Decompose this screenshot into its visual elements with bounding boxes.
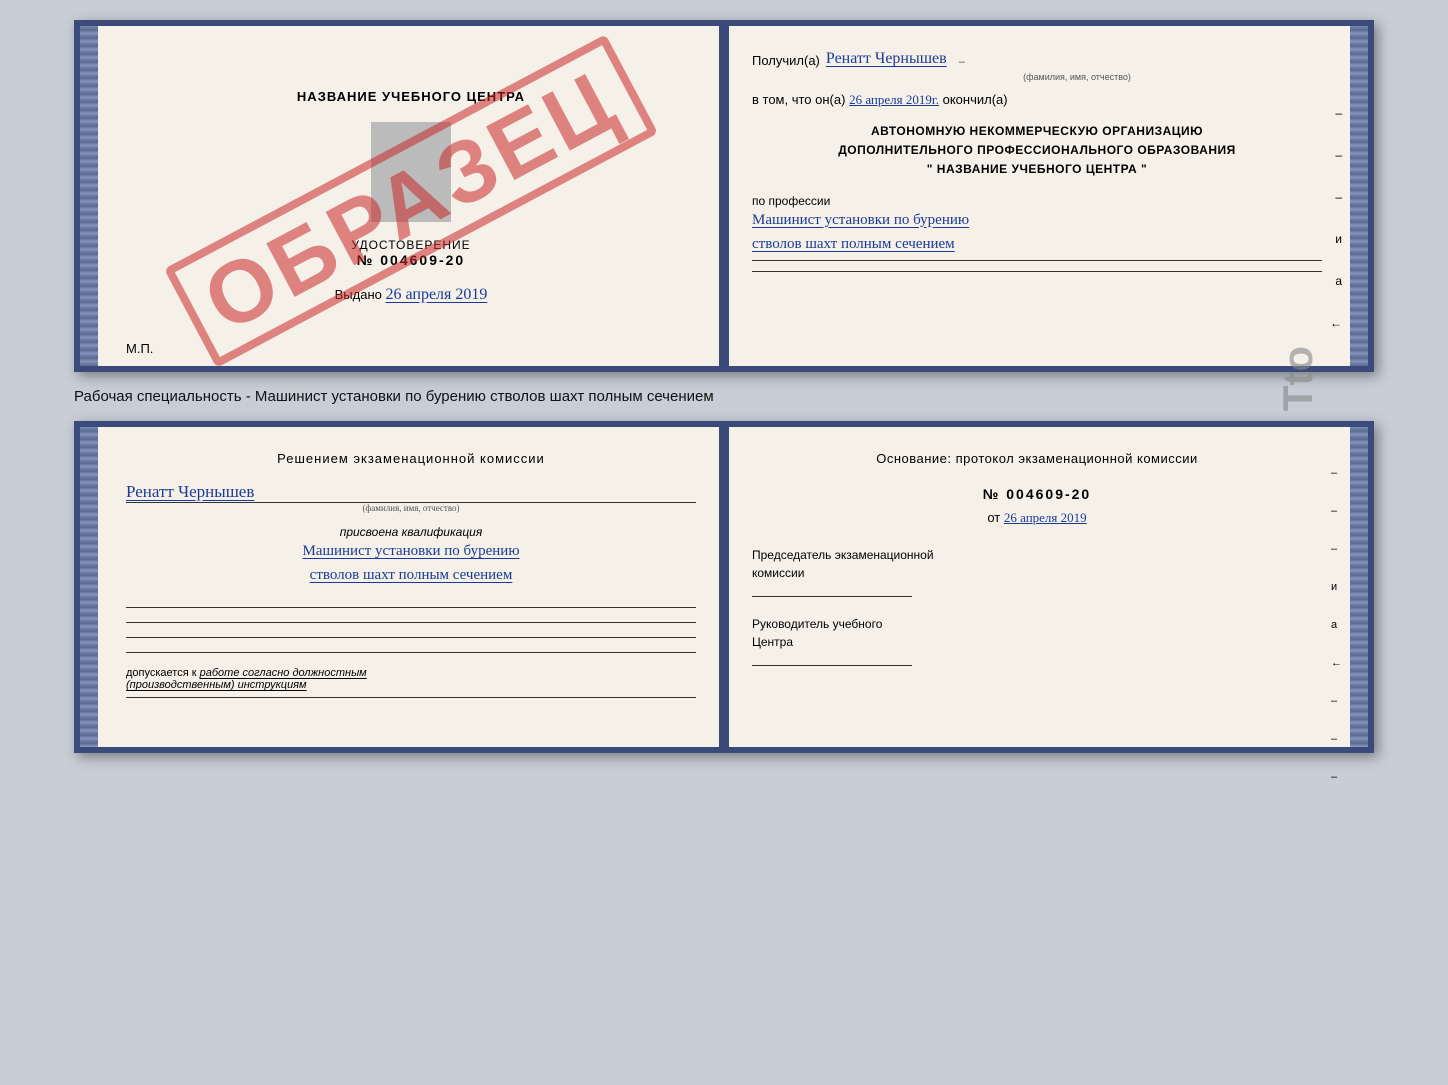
protocol-date-value: 26 апреля 2019 [1004, 510, 1087, 525]
specialty-label: Рабочая специальность - Машинист установ… [74, 382, 1374, 411]
fio-dash: – [953, 56, 971, 68]
poluchil-line: Получил(а) Ренатт Чернышев – [752, 50, 1322, 68]
bottom-recipient-fio: Ренатт Чернышев [126, 482, 254, 501]
sig-line-4 [126, 652, 696, 653]
rukovoditel-sig-line [752, 665, 912, 666]
predsedatel-line1: Председатель экзаменационной [752, 546, 1322, 564]
org-line1: АВТОНОМНУЮ НЕКОММЕРЧЕСКУЮ ОРГАНИЗАЦИЮ [752, 122, 1322, 141]
right-side-dashes: – – – и а ← [1330, 106, 1342, 330]
bottom-right-dash-1: – [1331, 467, 1342, 479]
ot-prefix: от [987, 510, 1000, 525]
mp-label: М.П. [126, 341, 153, 356]
bottom-right-dash-5: – [1331, 733, 1342, 745]
udostoverenie-number: № 004609-20 [351, 252, 470, 268]
predsedatel-block: Председатель экзаменационной комиссии [752, 546, 1322, 597]
bottom-signature-lines [126, 607, 696, 653]
vtom-date: 26 апреля 2019г. [849, 92, 939, 107]
bottom-cert-right-page: Основание: протокол экзаменационной коми… [724, 427, 1350, 747]
bottom-right-char-a: а [1331, 619, 1342, 631]
po-professii-label: по профессии [752, 194, 1322, 208]
right-dash-3: – [1335, 190, 1342, 204]
right-dash-2: – [1335, 148, 1342, 162]
dopuskaetsya-block: допускается к работе согласно должностны… [126, 667, 696, 698]
left-binding-strip [80, 26, 98, 366]
bottom-profession-line1: Машинист установки по бурению [126, 539, 696, 563]
vibdano-date: 26 апреля 2019 [385, 286, 487, 303]
org-line3: " НАЗВАНИЕ УЧЕБНОГО ЦЕНТРА " [752, 160, 1322, 179]
bottom-right-dash-4: – [1331, 695, 1342, 707]
right-char-arrow: ← [1330, 316, 1342, 330]
fio-hint-top: (фамилия, имя, отчество) [832, 72, 1322, 82]
rukovoditel-line2: Центра [752, 633, 1322, 651]
dopuskaetsya-label: допускается к [126, 667, 197, 679]
org-block: АВТОНОМНУЮ НЕКОММЕРЧЕСКУЮ ОРГАНИЗАЦИЮ ДО… [752, 122, 1322, 180]
bottom-right-side-marks: – – – и а ← – – – [1331, 467, 1342, 783]
bottom-profession-line2: стволов шахт полным сечением [126, 563, 696, 587]
po-professii-block: по профессии Машинист установки по бурен… [752, 194, 1322, 272]
bottom-fio-hint: (фамилия, имя, отчество) [126, 503, 696, 513]
bottom-right-char-arrow: ← [1331, 657, 1342, 669]
sig-line-3 [126, 637, 696, 638]
bottom-left-binding-strip [80, 427, 98, 747]
bottom-right-dash-3: – [1331, 543, 1342, 555]
sig-line-2 [126, 622, 696, 623]
top-certificate-book: НАЗВАНИЕ УЧЕБНОГО ЦЕНТРА УДОСТОВЕРЕНИЕ №… [74, 20, 1374, 372]
rukovoditel-line1: Руководитель учебного [752, 615, 1322, 633]
poluchil-label: Получил(а) [752, 53, 820, 68]
profession-line1: Машинист установки по бурению [752, 208, 1322, 232]
vtom-prefix: в том, что он(а) [752, 92, 845, 107]
vibdano-line: Выдано 26 апреля 2019 [335, 286, 488, 304]
top-cert-left-page: НАЗВАНИЕ УЧЕБНОГО ЦЕНТРА УДОСТОВЕРЕНИЕ №… [98, 26, 724, 366]
sig-line-1 [126, 607, 696, 608]
udostoverenie-box: УДОСТОВЕРЕНИЕ № 004609-20 [351, 238, 470, 268]
tto-side-text: Tto [1274, 346, 1322, 411]
photo-placeholder [371, 122, 451, 222]
rukovoditel-block: Руководитель учебного Центра [752, 615, 1322, 666]
org-line2: ДОПОЛНИТЕЛЬНОГО ПРОФЕССИОНАЛЬНОГО ОБРАЗО… [752, 141, 1322, 160]
right-char-a: а [1335, 274, 1342, 288]
protocol-number: № 004609-20 [752, 486, 1322, 502]
bottom-right-binding-strip [1350, 427, 1368, 747]
bottom-right-dash-2: – [1331, 505, 1342, 517]
instruktsii-text: (производственным) инструкциям [126, 679, 307, 691]
protocol-date: от 26 апреля 2019 [752, 510, 1322, 526]
top-cert-right-page: Получил(а) Ренатт Чернышев – (фамилия, и… [724, 26, 1350, 366]
resheniem-title: Решением экзаменационной комиссии [126, 451, 696, 466]
osnovanie-title: Основание: протокол экзаменационной коми… [752, 451, 1322, 466]
right-char-i: и [1335, 232, 1342, 246]
bottom-right-char-i: и [1331, 581, 1342, 593]
okonchil-label: окончил(а) [943, 92, 1008, 107]
profession-line2: стволов шахт полным сечением [752, 232, 1322, 256]
prisvoena-block: присвоена квалификация Машинист установк… [126, 525, 696, 587]
bottom-cert-left-page: Решением экзаменационной комиссии Ренатт… [98, 427, 724, 747]
vtom-line: в том, что он(а) 26 апреля 2019г. окончи… [752, 92, 1322, 108]
predsedatel-line2: комиссии [752, 564, 1322, 582]
udostoverenie-label: УДОСТОВЕРЕНИЕ [351, 238, 470, 252]
rabota-text: работе согласно должностным [200, 667, 367, 679]
prisvoena-label: присвоена квалификация [126, 525, 696, 539]
vibdano-label: Выдано [335, 287, 382, 302]
predsedatel-sig-line [752, 596, 912, 597]
bottom-certificate-book: Решением экзаменационной комиссии Ренатт… [74, 421, 1374, 753]
right-dash-1: – [1335, 106, 1342, 120]
bottom-fio: Ренатт Чернышев (фамилия, имя, отчество) [126, 482, 696, 513]
right-binding-strip [1350, 26, 1368, 366]
cert-center-name: НАЗВАНИЕ УЧЕБНОГО ЦЕНТРА [297, 89, 525, 104]
bottom-right-dash-6: – [1331, 771, 1342, 783]
recipient-fio: Ренатт Чернышев [826, 50, 947, 68]
